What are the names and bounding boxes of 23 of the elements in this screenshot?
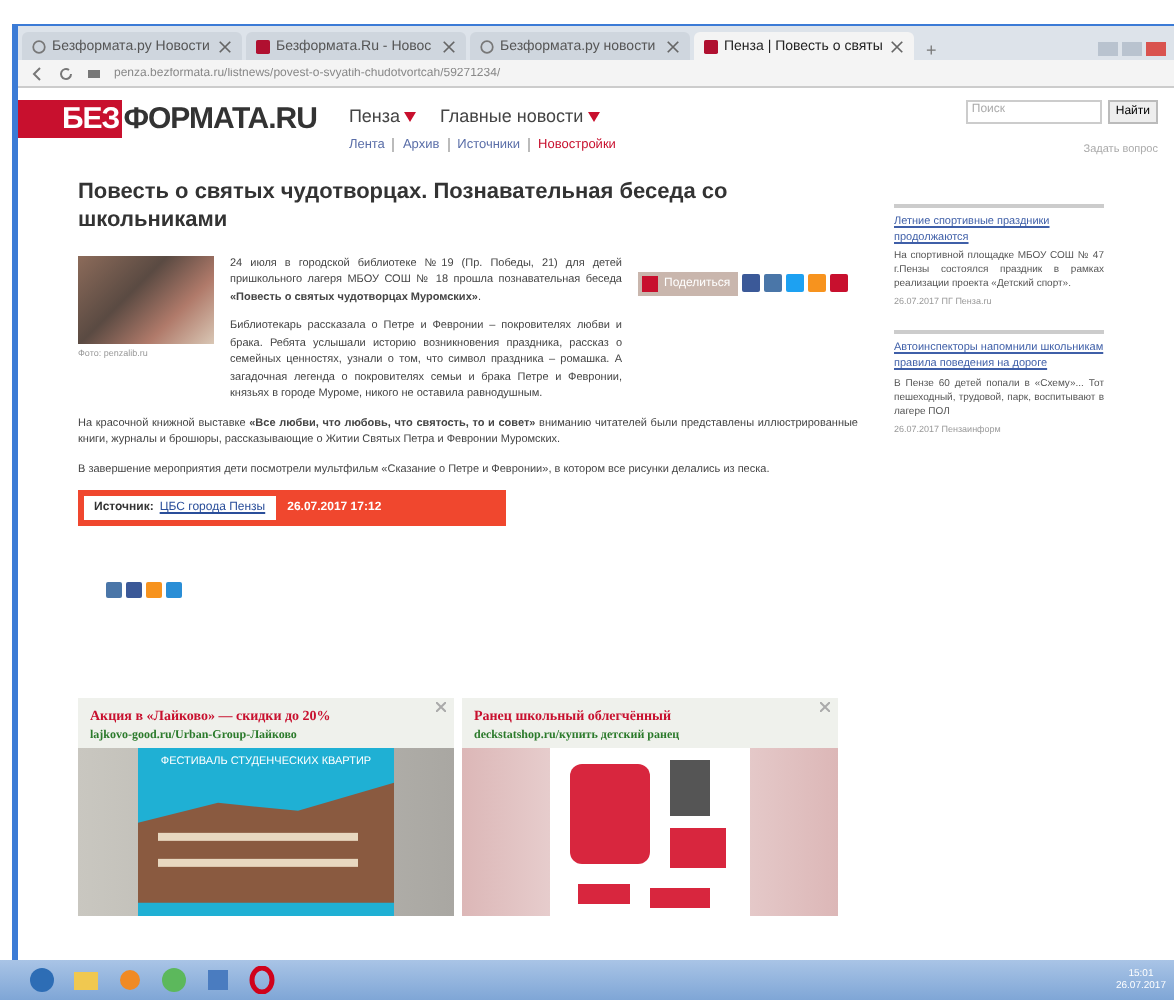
nav-menu[interactable]: Пенза <box>348 106 417 126</box>
start-icon[interactable] <box>28 966 56 994</box>
dropdown-triangle-icon[interactable] <box>404 111 417 121</box>
close-icon[interactable] <box>442 39 456 53</box>
new-tab-button[interactable]: + <box>918 40 945 60</box>
close-icon[interactable] <box>890 39 904 53</box>
window-icon[interactable] <box>204 966 232 994</box>
photo-placeholder <box>78 255 214 343</box>
logo-mark[interactable]: БЕЗ <box>18 100 122 138</box>
close-icon[interactable] <box>666 39 680 53</box>
browser-icon[interactable] <box>248 966 276 994</box>
nav-menu[interactable]: Главные новости <box>440 106 600 126</box>
article-title: Повесть о святых чудотворцах. Познавательная беседа со школьниками <box>78 180 730 235</box>
back-icon[interactable] <box>30 65 46 81</box>
site-icon <box>704 39 718 53</box>
close-icon[interactable] <box>218 39 232 53</box>
grid-icon[interactable] <box>86 65 102 81</box>
reload-icon[interactable] <box>58 65 74 81</box>
dropdown-triangle-icon[interactable] <box>587 111 600 121</box>
globe-icon <box>480 39 494 53</box>
logo-text[interactable]: ФОРМАТА.RU <box>121 102 317 136</box>
globe-icon <box>32 39 46 53</box>
site-icon <box>256 39 270 53</box>
